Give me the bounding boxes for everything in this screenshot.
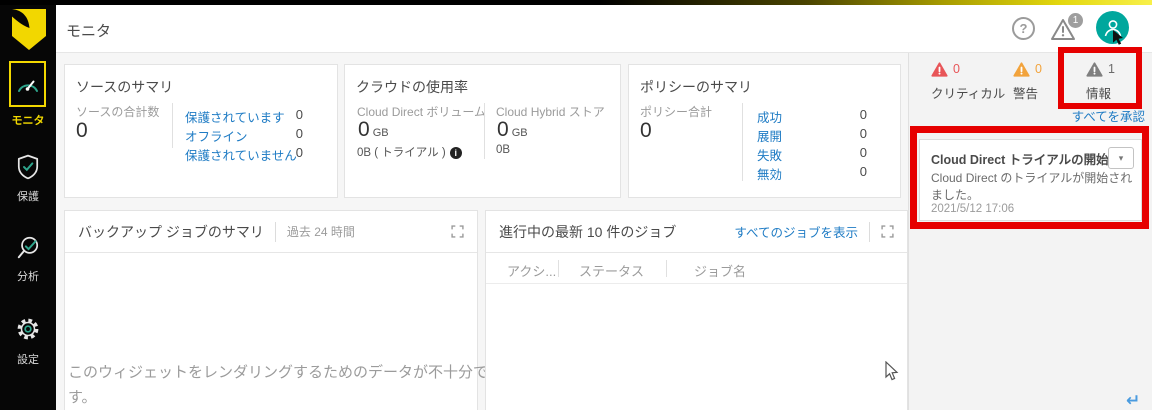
insufficient-data-message: このウィジェットをレンダリングするためのデータが不十分です。 — [68, 364, 489, 406]
warning-label: 警告 — [1013, 87, 1039, 101]
view-all-jobs-link[interactable]: すべてのジョブを表示 — [734, 222, 858, 241]
divider — [172, 103, 173, 148]
help-icon[interactable]: ? — [1012, 17, 1035, 40]
acknowledge-all-link[interactable]: すべてを承認 — [1072, 106, 1145, 125]
jobs-table-header: アクシ... ステータス ジョブ名 — [486, 253, 907, 284]
cloud-usage-card: クラウドの使用率 Cloud Direct ボリューム 0 GB 0B ( トライ… — [344, 64, 621, 198]
policy-summary-card: ポリシーのサマリ ポリシー合計 0 成功 0 展開 0 失敗 0 無効 0 — [628, 64, 901, 198]
policy-success-value: 0 — [859, 107, 867, 122]
warning-triangle-icon — [1013, 61, 1030, 77]
cloud-hybrid-bytes: 0B — [496, 144, 511, 156]
policy-success-link[interactable]: 成功 — [757, 107, 782, 126]
policy-disabled-value: 0 — [859, 164, 867, 179]
sidebar-item-settings-label[interactable]: 設定 — [0, 351, 56, 367]
return-arrow-icon: ↵ — [1126, 391, 1141, 410]
expand-icon[interactable] — [881, 225, 894, 238]
cloud-hybrid-value: 0 GB — [497, 118, 528, 141]
policy-total-value: 0 — [640, 119, 652, 142]
info-icon[interactable]: i — [449, 146, 462, 159]
critical-label: クリティカル — [931, 87, 1006, 101]
critical-count: 0 — [953, 62, 960, 76]
notification-body: Cloud Direct のトライアルが開始されました。 — [931, 171, 1133, 202]
critical-triangle-icon — [931, 61, 948, 77]
backup-job-summary-widget: バックアップ ジョブのサマリ 過去 24 時間 このウィジェットをレンダリングす… — [64, 210, 488, 410]
analyze-magnifier-icon[interactable] — [15, 235, 41, 261]
policy-total-label: ポリシー合計 — [640, 105, 713, 119]
column-actions[interactable]: アクシ... — [507, 261, 556, 280]
cloud-usage-title: クラウドの使用率 — [356, 79, 468, 95]
warning-count: 0 — [1035, 62, 1042, 76]
divider — [274, 221, 276, 242]
divider — [558, 260, 559, 277]
column-status[interactable]: ステータス — [579, 261, 644, 280]
notification-card: Cloud Direct トライアルの開始 ▾ Cloud Direct のトラ… — [919, 139, 1142, 221]
sidebar-item-protect-label[interactable]: 保護 — [0, 188, 56, 204]
brand-gradient-bar — [0, 0, 1152, 5]
jobs-widget-title: 進行中の最新 10 件のジョブ — [499, 223, 677, 240]
shield-check-icon[interactable] — [15, 154, 41, 180]
source-protected-value: 0 — [295, 107, 303, 122]
gauge-icon — [17, 80, 38, 92]
expand-icon[interactable] — [451, 225, 464, 238]
policy-disabled-link[interactable]: 無効 — [757, 164, 782, 183]
alert-filter-info[interactable]: 1 情報 — [1086, 61, 1115, 102]
alerts-panel: 0 クリティカル 0 警告 1 情報 すべてを承認 Cloud Direct ト… — [908, 53, 1152, 410]
info-label: 情報 — [1086, 87, 1112, 101]
divider — [742, 103, 743, 181]
notification-actions-button[interactable]: ▾ — [1108, 147, 1134, 169]
notification-title: Cloud Direct トライアルの開始 — [931, 153, 1109, 167]
backup-widget-header: バックアップ ジョブのサマリ 過去 24 時間 — [65, 211, 477, 253]
policy-failed-value: 0 — [859, 145, 867, 160]
source-protected-link[interactable]: 保護されています — [185, 107, 285, 126]
monitor-dashboard: モニタ 保護 分析 設定 モニタ ? 1 ソースのサマリ ソースの合計数 0 保… — [0, 0, 1152, 410]
policy-failed-link[interactable]: 失敗 — [757, 145, 782, 164]
divider — [869, 221, 870, 242]
cloud-direct-trial: 0B ( トライアル ) i — [357, 144, 462, 160]
policy-summary-title: ポリシーのサマリ — [640, 79, 752, 95]
main-content: ソースのサマリ ソースの合計数 0 保護されています 0 オフライン 0 保護さ… — [56, 53, 908, 410]
source-offline-link[interactable]: オフライン — [185, 126, 248, 145]
policy-deployed-link[interactable]: 展開 — [757, 126, 782, 145]
source-total-label: ソースの合計数 — [76, 105, 160, 119]
jobs-in-progress-widget: 進行中の最新 10 件のジョブ すべてのジョブを表示 アクシ... ステータス … — [485, 210, 908, 410]
info-count: 1 — [1108, 62, 1115, 76]
backup-widget-title: バックアップ ジョブのサマリ — [78, 223, 264, 240]
page-title: モニタ — [66, 23, 112, 40]
alert-filter-critical[interactable]: 0 クリティカル — [931, 61, 1005, 102]
sidebar: モニタ 保護 分析 設定 — [0, 0, 56, 410]
sidebar-item-monitor-label[interactable]: モニタ — [0, 112, 56, 128]
notification-timestamp: 2021/5/12 17:06 — [931, 203, 1015, 215]
divider — [484, 103, 485, 159]
alerts-count-badge: 1 — [1068, 13, 1083, 28]
source-summary-card: ソースのサマリ ソースの合計数 0 保護されています 0 オフライン 0 保護さ… — [64, 64, 338, 198]
app-logo-shield-icon[interactable] — [12, 9, 46, 50]
info-triangle-icon — [1086, 61, 1103, 77]
source-summary-title: ソースのサマリ — [76, 79, 174, 95]
jobs-widget-header: 進行中の最新 10 件のジョブ すべてのジョブを表示 — [486, 211, 907, 253]
divider — [666, 260, 667, 277]
cursor-on-avatar — [1113, 30, 1123, 45]
alert-filter-warning[interactable]: 0 警告 — [1013, 61, 1042, 102]
source-offline-value: 0 — [295, 126, 303, 141]
column-job-name[interactable]: ジョブ名 — [694, 261, 746, 280]
sidebar-item-monitor[interactable] — [9, 61, 46, 107]
mouse-cursor — [885, 361, 899, 381]
policy-deployed-value: 0 — [859, 126, 867, 141]
gear-icon[interactable] — [15, 316, 41, 342]
sidebar-item-analyze-label[interactable]: 分析 — [0, 268, 56, 284]
backup-widget-period: 過去 24 時間 — [286, 225, 355, 239]
source-total-value: 0 — [76, 119, 88, 142]
cloud-direct-value: 0 GB — [358, 118, 389, 141]
page-header: モニタ ? 1 — [56, 5, 1152, 53]
chevron-down-icon: ▾ — [1118, 153, 1124, 163]
source-unprotected-value: 0 — [295, 145, 303, 160]
